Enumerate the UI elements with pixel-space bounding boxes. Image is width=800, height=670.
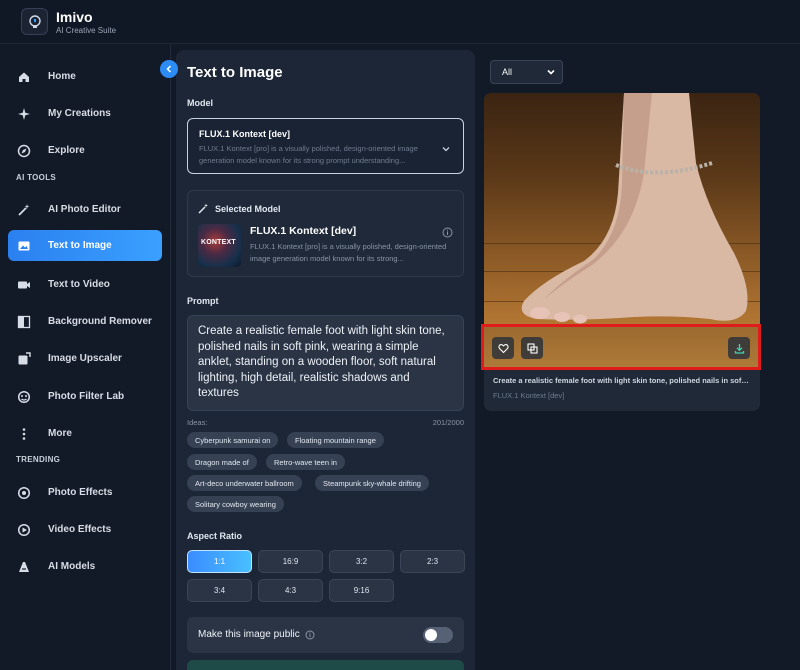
make-public-label: Make this image public <box>198 629 300 640</box>
video-icon <box>16 277 32 293</box>
sidebar-item-ai-photo-editor[interactable]: AI Photo Editor <box>8 194 162 225</box>
aspect-ratio-2-3[interactable]: 2:3 <box>400 550 465 573</box>
idea-chip[interactable]: Dragon made of <box>187 454 257 470</box>
filter-icon <box>16 389 32 405</box>
aspect-ratio-3-4[interactable]: 3:4 <box>187 579 252 602</box>
filter-select-value: All <box>502 67 513 77</box>
magic-wand-icon <box>198 203 209 214</box>
sidebar-item-label: More <box>48 428 72 439</box>
selected-model-card: Selected Model KONTEXT FLUX.1 Kontext [d… <box>187 190 464 277</box>
prompt-input[interactable]: Create a realistic female foot with ligh… <box>187 315 464 411</box>
sidebar: Home My Creations Explore AI TOOLS AI Ph… <box>0 44 171 670</box>
photo-effects-icon <box>16 485 32 501</box>
idea-chip[interactable]: Floating mountain range <box>287 432 384 448</box>
sidebar-item-photo-effects[interactable]: Photo Effects <box>8 477 162 508</box>
info-icon[interactable] <box>305 630 315 640</box>
sparkle-icon <box>16 106 32 122</box>
idea-chip[interactable]: Cyberpunk samurai on <box>187 432 279 448</box>
sidebar-item-label: Explore <box>48 145 85 156</box>
top-bar: Imivo AI Creative Suite <box>0 0 800 44</box>
sidebar-item-ai-models[interactable]: AI Models <box>8 551 162 582</box>
compass-icon <box>16 143 32 159</box>
idea-chip[interactable]: Retro-wave teen in <box>266 454 345 470</box>
selected-model-name: FLUX.1 Kontext [dev] <box>250 225 357 237</box>
magic-wand-icon <box>16 202 32 218</box>
sidebar-item-label: AI Models <box>48 561 96 572</box>
prompt-char-count: 201/2000 <box>432 418 464 427</box>
upscale-icon <box>16 351 32 367</box>
toggle-knob <box>425 629 437 641</box>
aspect-ratio-16-9[interactable]: 16:9 <box>258 550 323 573</box>
video-effects-icon <box>16 522 32 538</box>
sidebar-item-label: My Creations <box>48 108 111 119</box>
sidebar-item-text-to-image[interactable]: Text to Image <box>8 230 162 261</box>
model-thumbnail-text: KONTEXT <box>201 239 236 246</box>
idea-chip[interactable]: Art-deco underwater ballroom <box>187 475 302 491</box>
sidebar-item-label: Video Effects <box>48 524 112 535</box>
home-icon <box>16 69 32 85</box>
sidebar-item-text-to-video[interactable]: Text to Video <box>8 269 162 300</box>
info-icon[interactable] <box>442 225 453 243</box>
sidebar-item-label: Text to Image <box>48 240 112 251</box>
chevron-left-icon <box>165 65 173 73</box>
sidebar-item-label: Photo Effects <box>48 487 113 498</box>
sidebar-item-label: Home <box>48 71 76 82</box>
background-remove-icon <box>16 314 32 330</box>
text-to-image-panel: Text to Image Model FLUX.1 Kontext [dev]… <box>176 50 475 670</box>
idea-chip[interactable]: Steampunk sky-whale drifting <box>315 475 429 491</box>
sidebar-item-label: Photo Filter Lab <box>48 391 125 402</box>
ai-models-icon <box>16 559 32 575</box>
aspect-ratio-1-1[interactable]: 1:1 <box>187 550 252 573</box>
section-label-ai-tools: AI TOOLS <box>16 173 57 182</box>
sidebar-item-more[interactable]: More <box>8 418 162 449</box>
app-name: Imivo <box>56 9 93 25</box>
prompt-label: Prompt <box>187 296 219 306</box>
highlight-box <box>481 324 761 370</box>
model-select[interactable]: FLUX.1 Kontext [dev] FLUX.1 Kontext [pro… <box>187 118 464 174</box>
selected-model-description: FLUX.1 Kontext [pro] is a visually polis… <box>250 242 447 263</box>
sidebar-item-image-upscaler[interactable]: Image Upscaler <box>8 343 162 374</box>
app-logo-icon[interactable] <box>21 8 48 35</box>
aspect-ratio-4-3[interactable]: 4:3 <box>258 579 323 602</box>
more-vertical-icon <box>16 426 32 442</box>
sidebar-collapse-button[interactable] <box>160 60 178 78</box>
filter-select[interactable]: All <box>490 60 563 84</box>
make-public-toggle[interactable] <box>423 627 453 643</box>
aspect-ratio-9-16[interactable]: 9:16 <box>329 579 394 602</box>
result-caption: Create a realistic female foot with ligh… <box>493 376 751 385</box>
ideas-label: Ideas: <box>187 418 208 427</box>
make-public-row: Make this image public <box>187 617 464 653</box>
sidebar-item-video-effects[interactable]: Video Effects <box>8 514 162 545</box>
model-select-name: FLUX.1 Kontext [dev] <box>199 129 291 139</box>
sidebar-item-my-creations[interactable]: My Creations <box>8 98 162 129</box>
sidebar-item-label: Image Upscaler <box>48 353 122 364</box>
sidebar-item-label: Background Remover <box>48 316 152 327</box>
selected-model-heading: Selected Model <box>198 203 281 214</box>
chevron-down-icon <box>546 67 556 79</box>
aspect-ratio-3-2[interactable]: 3:2 <box>329 550 394 573</box>
sidebar-item-label: AI Photo Editor <box>48 204 121 215</box>
section-label-trending: TRENDING <box>16 455 61 464</box>
model-thumbnail: KONTEXT <box>198 224 241 267</box>
app-tagline: AI Creative Suite <box>56 26 117 35</box>
page-title: Text to Image <box>187 64 283 81</box>
chevron-down-icon <box>441 141 451 159</box>
image-icon <box>16 238 32 254</box>
model-select-description: FLUX.1 Kontext [pro] is a visually polis… <box>199 144 418 165</box>
idea-chip[interactable]: Solitary cowboy wearing <box>187 496 284 512</box>
model-label: Model <box>187 98 213 108</box>
result-model-name: FLUX.1 Kontext [dev] <box>493 391 565 400</box>
sidebar-item-home[interactable]: Home <box>8 61 162 92</box>
sidebar-item-background-remover[interactable]: Background Remover <box>8 306 162 337</box>
sidebar-item-photo-filter-lab[interactable]: Photo Filter Lab <box>8 381 162 412</box>
generate-button[interactable] <box>187 660 464 670</box>
sidebar-item-label: Text to Video <box>48 279 110 290</box>
sidebar-item-explore[interactable]: Explore <box>8 135 162 166</box>
aspect-ratio-label: Aspect Ratio <box>187 531 243 541</box>
